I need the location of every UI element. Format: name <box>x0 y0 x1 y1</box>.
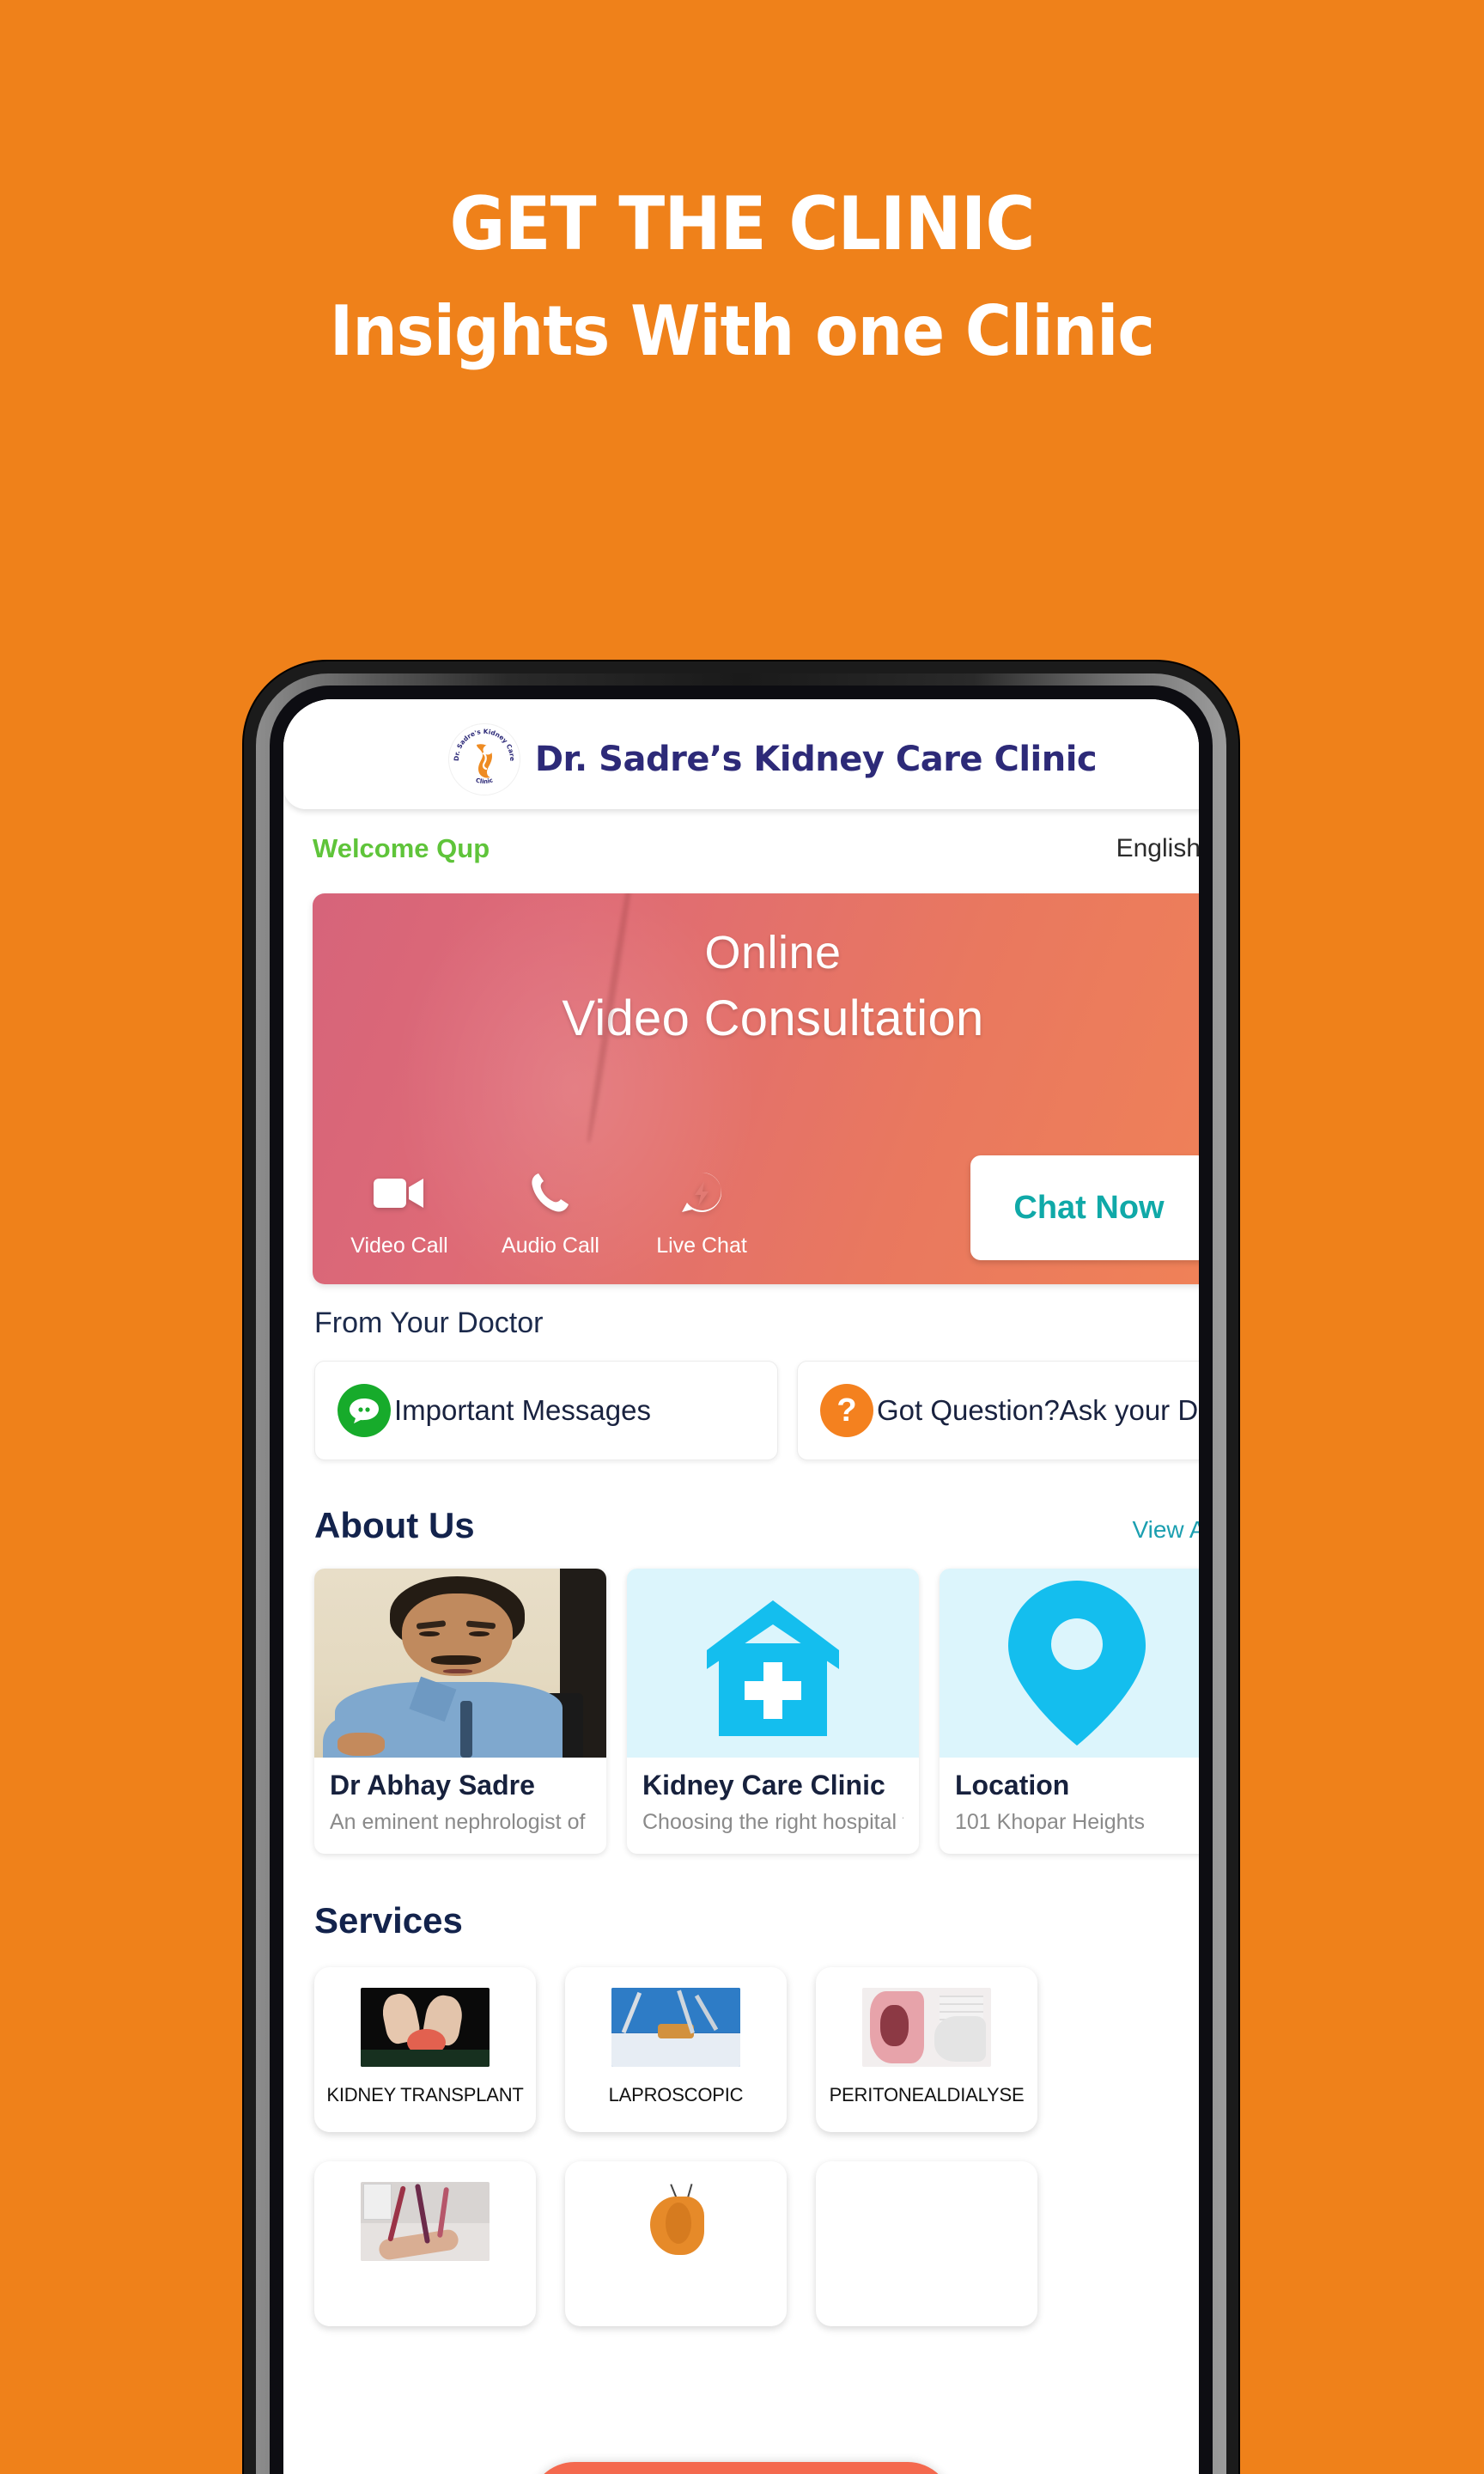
service-card-blank[interactable] <box>816 2161 1037 2326</box>
question-mark-icon: ? <box>820 1384 873 1437</box>
blank-image <box>862 2182 991 2261</box>
mode-label: Live Chat <box>656 1234 747 1258</box>
welcome-row: Welcome Qup English <box>283 809 1199 888</box>
about-card-doctor[interactable]: Dr Abhay Sadre An eminent nephrologist o… <box>314 1569 606 1854</box>
online-consultation-banner[interactable]: Online Video Consultation Video Call Aud… <box>313 893 1199 1284</box>
phone-icon <box>500 1167 601 1220</box>
service-card-kidney-diagram[interactable] <box>565 2161 787 2326</box>
service-card-kidney-transplant[interactable]: KIDNEY TRANSPLANT <box>314 1967 536 2132</box>
about-card-desc: Choosing the right hospital fo... <box>642 1810 903 1834</box>
kidney-transplant-photo <box>361 1988 490 2067</box>
important-messages-card[interactable]: Important Messages <box>314 1361 778 1460</box>
map-pin-icon <box>940 1569 1199 1758</box>
consultation-modes: Video Call Audio Call Live Chat <box>349 1167 752 1258</box>
services-grid: KIDNEY TRANSPLANT LAPROSCOPIC PERITONEAL… <box>314 1967 1182 2326</box>
mode-label: Video Call <box>350 1234 448 1258</box>
about-us-cards: Dr Abhay Sadre An eminent nephrologist o… <box>314 1569 1199 1854</box>
promo-title-line1: GET THE CLINIC <box>449 181 1035 267</box>
service-label: PERITONEALDIALYSE <box>829 2084 1025 2105</box>
about-card-title: Location <box>955 1770 1070 1801</box>
welcome-text: Welcome Qup <box>313 833 490 863</box>
chat-now-button[interactable]: Chat Now <box>970 1155 1199 1260</box>
app-header: Dr. Sadre's Kidney Care Clinic Dr. Sadre… <box>283 699 1199 809</box>
laparoscopic-photo <box>611 1988 740 2067</box>
service-label: LAPROSCOPIC <box>608 2084 744 2105</box>
clinic-logo-icon: Dr. Sadre's Kidney Care Clinic <box>448 724 520 795</box>
kidney-diagram <box>611 2182 740 2261</box>
chat-bubble-icon <box>338 1384 391 1437</box>
peritoneal-dialysis-photo <box>862 1988 991 2067</box>
language-selector[interactable]: English <box>1116 834 1199 863</box>
banner-title-line1: Online <box>704 927 842 978</box>
promo-title-line2: Insights With one Clinic <box>329 291 1155 371</box>
app-scroll-container[interactable]: Dr. Sadre's Kidney Care Clinic Dr. Sadre… <box>283 699 1199 2474</box>
video-camera-icon <box>349 1167 450 1220</box>
mode-label: Audio Call <box>502 1234 599 1258</box>
ask-doctor-label: Got Question?Ask your Doctor <box>877 1394 1199 1426</box>
hospital-icon <box>627 1569 919 1758</box>
service-label: KIDNEY TRANSPLANT <box>326 2084 524 2105</box>
from-doctor-heading: From Your Doctor <box>314 1307 544 1339</box>
mode-live-chat[interactable]: Live Chat <box>651 1167 752 1258</box>
important-messages-label: Important Messages <box>394 1394 651 1426</box>
about-us-header: About Us View All <box>314 1505 1199 1546</box>
about-card-title: Dr Abhay Sadre <box>330 1770 535 1801</box>
about-card-title: Kidney Care Clinic <box>642 1770 885 1801</box>
about-card-desc: 101 Khopar Heights <box>955 1810 1145 1834</box>
banner-title-line2: Video Consultation <box>562 990 984 1046</box>
doctor-photo <box>314 1569 606 1758</box>
from-doctor-cards: Important Messages ? Got Question?Ask yo… <box>314 1361 1199 1460</box>
book-appointment-button[interactable]: Book Appointment <box>530 2462 952 2474</box>
about-view-all-link[interactable]: View All <box>1132 1516 1199 1544</box>
mode-video-call[interactable]: Video Call <box>349 1167 450 1258</box>
about-card-location[interactable]: Location 101 Khopar Heights <box>940 1569 1199 1854</box>
about-card-clinic[interactable]: Kidney Care Clinic Choosing the right ho… <box>627 1569 919 1854</box>
language-label: English <box>1116 834 1199 862</box>
phone-mockup: Dr. Sadre's Kidney Care Clinic Dr. Sadre… <box>244 661 1238 2474</box>
about-card-desc: An eminent nephrologist of p... <box>330 1810 591 1834</box>
mode-audio-call[interactable]: Audio Call <box>500 1167 601 1258</box>
clinic-title: Dr. Sadre’s Kidney Care Clinic <box>534 740 1098 779</box>
hemodialysis-photo <box>361 2182 490 2261</box>
promo-headline: GET THE CLINIC Insights With one Clinic <box>0 0 1484 366</box>
ask-doctor-card[interactable]: ? Got Question?Ask your Doctor <box>797 1361 1199 1460</box>
service-card-laproscopic[interactable]: LAPROSCOPIC <box>565 1967 787 2132</box>
phone-screen: Dr. Sadre's Kidney Care Clinic Dr. Sadre… <box>283 699 1199 2474</box>
service-card-hemodialysis[interactable] <box>314 2161 536 2326</box>
chat-bolt-icon <box>651 1167 752 1220</box>
about-us-heading: About Us <box>314 1505 475 1545</box>
chat-now-label: Chat Now <box>1013 1189 1165 1226</box>
services-heading: Services <box>314 1900 463 1941</box>
service-card-peritoneal-dialysis[interactable]: PERITONEALDIALYSE <box>816 1967 1037 2132</box>
